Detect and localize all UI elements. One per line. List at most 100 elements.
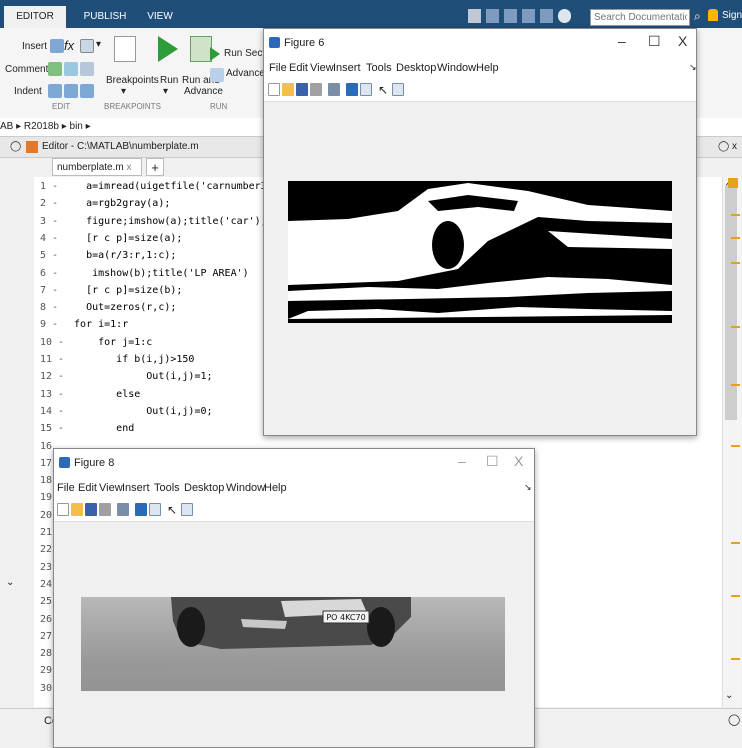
minimize-button[interactable]: –: [618, 33, 626, 49]
tab-view[interactable]: VIEW: [140, 6, 180, 28]
insert-legend-icon[interactable]: [360, 83, 372, 96]
menu-window[interactable]: Window: [437, 62, 476, 74]
minimize-button[interactable]: –: [458, 453, 466, 469]
insert-dropdown-icon[interactable]: ▾: [96, 39, 101, 50]
new-figure-icon[interactable]: [268, 83, 280, 96]
code-line[interactable]: figure;imshow(a);title('car');: [62, 216, 267, 227]
undo-icon[interactable]: [522, 9, 535, 23]
indent-button[interactable]: Indent: [14, 86, 42, 97]
menu-help[interactable]: Help: [264, 482, 287, 494]
tab-numberplate[interactable]: numberplate.m x: [52, 158, 142, 176]
run-and-advance-button-line2[interactable]: Advance: [184, 86, 223, 97]
decrease-indent-icon[interactable]: [80, 84, 94, 98]
link-plot-icon[interactable]: [328, 83, 340, 96]
code-analyzer-marker[interactable]: [731, 214, 740, 216]
run-dropdown-icon[interactable]: ▾: [163, 86, 168, 97]
menu-view[interactable]: View: [310, 62, 334, 74]
menu-window[interactable]: Window: [226, 482, 265, 494]
cut-icon[interactable]: [486, 9, 499, 23]
property-editor-icon[interactable]: [181, 503, 193, 516]
code-line[interactable]: else: [62, 389, 140, 400]
menu-tools[interactable]: Tools: [366, 62, 392, 74]
tab-publish[interactable]: PUBLISH: [74, 6, 136, 28]
menu-insert[interactable]: Insert: [122, 482, 150, 494]
advance-button[interactable]: Advance: [226, 68, 265, 79]
scroll-down-icon[interactable]: ⌄: [725, 690, 733, 701]
code-line[interactable]: imshow(b);title('LP AREA'): [62, 268, 249, 279]
menu-edit[interactable]: Edit: [289, 62, 308, 74]
maximize-button[interactable]: ☐: [648, 33, 661, 50]
menu-view[interactable]: View: [99, 482, 123, 494]
breakpoints-icon[interactable]: [114, 36, 136, 62]
editor-close-icon[interactable]: ◯ x: [718, 137, 737, 157]
new-figure-icon[interactable]: [57, 503, 69, 516]
search-icon[interactable]: ⌕: [694, 9, 701, 24]
insert-box-icon[interactable]: [80, 39, 94, 53]
code-analyzer-marker[interactable]: [731, 658, 740, 660]
menu-edit[interactable]: Edit: [78, 482, 97, 494]
print-icon[interactable]: [99, 503, 111, 516]
insert-section-icon[interactable]: [50, 39, 64, 53]
menu-overflow-icon[interactable]: ↘: [524, 482, 532, 493]
menu-file[interactable]: File: [57, 482, 75, 494]
run-section-icon[interactable]: [210, 47, 220, 61]
code-line[interactable]: end: [62, 423, 134, 434]
tab-editor[interactable]: EDITOR: [4, 6, 66, 28]
print-icon[interactable]: [310, 83, 322, 96]
figure-8-titlebar[interactable]: Figure 8 – ☐ X: [54, 449, 534, 477]
breakpoints-button[interactable]: Breakpoints: [106, 75, 159, 86]
editor-expand-icon[interactable]: ◯: [10, 137, 21, 157]
wrap-comments-icon[interactable]: [80, 62, 94, 76]
code-analyzer-marker[interactable]: [731, 542, 740, 544]
code-line[interactable]: for j=1:c: [62, 337, 152, 348]
menu-desktop[interactable]: Desktop: [396, 62, 436, 74]
figure-8-window[interactable]: Figure 8 – ☐ X File Edit View Insert Too…: [53, 448, 535, 748]
open-file-icon[interactable]: [282, 83, 294, 96]
code-analyzer-marker[interactable]: [731, 445, 740, 447]
help-icon[interactable]: [558, 9, 571, 23]
code-analyzer-marker[interactable]: [731, 237, 740, 239]
increase-indent-icon[interactable]: [64, 84, 78, 98]
code-line[interactable]: [r c p]=size(b);: [62, 285, 182, 296]
code-line[interactable]: if b(i,j)>150: [62, 354, 194, 365]
run-and-advance-icon[interactable]: [190, 36, 212, 62]
advance-icon[interactable]: [210, 68, 224, 82]
code-analyzer-marker[interactable]: [731, 262, 740, 264]
close-button[interactable]: X: [678, 33, 687, 49]
run-icon[interactable]: [158, 36, 178, 62]
code-status-indicator[interactable]: [728, 178, 738, 188]
menu-overflow-icon[interactable]: ↘: [689, 62, 697, 73]
sign-in-link[interactable]: Sign: [722, 10, 742, 21]
code-line[interactable]: b=a(r/3:r,1:c);: [62, 250, 176, 261]
figure-6-titlebar[interactable]: Figure 6 – ☐ X: [264, 29, 696, 57]
code-analyzer-marker[interactable]: [731, 384, 740, 386]
open-file-icon[interactable]: [71, 503, 83, 516]
save-icon[interactable]: [468, 9, 481, 23]
save-figure-icon[interactable]: [85, 503, 97, 516]
copy-icon[interactable]: [504, 9, 517, 23]
menu-insert[interactable]: Insert: [333, 62, 361, 74]
code-line[interactable]: Out(i,j)=0;: [62, 406, 212, 417]
close-button[interactable]: X: [514, 453, 523, 469]
menu-help[interactable]: Help: [476, 62, 499, 74]
menu-desktop[interactable]: Desktop: [184, 482, 224, 494]
insert-legend-icon[interactable]: [149, 503, 161, 516]
notification-bell-icon[interactable]: [708, 9, 718, 21]
insert-colorbar-icon[interactable]: [346, 83, 358, 96]
code-analyzer-marker[interactable]: [731, 595, 740, 597]
code-analyzer-marker[interactable]: [731, 326, 740, 328]
figure-6-window[interactable]: Figure 6 – ☐ X File Edit View Insert Too…: [263, 28, 697, 436]
uncomment-icon[interactable]: [64, 62, 78, 76]
close-icon[interactable]: x: [126, 162, 131, 173]
link-plot-icon[interactable]: [117, 503, 129, 516]
code-line[interactable]: for i=1:r: [62, 319, 128, 330]
menu-file[interactable]: File: [269, 62, 287, 74]
pointer-icon[interactable]: ↖: [378, 83, 390, 97]
comment-button[interactable]: Comment: [5, 64, 48, 75]
breadcrumb-path[interactable]: AB ▸ R2018b ▸ bin ▸: [0, 121, 91, 132]
comment-icon[interactable]: [48, 62, 62, 76]
insert-colorbar-icon[interactable]: [135, 503, 147, 516]
code-line[interactable]: [r c p]=size(a);: [62, 233, 182, 244]
property-editor-icon[interactable]: [392, 83, 404, 96]
search-documentation-input[interactable]: [590, 9, 690, 26]
